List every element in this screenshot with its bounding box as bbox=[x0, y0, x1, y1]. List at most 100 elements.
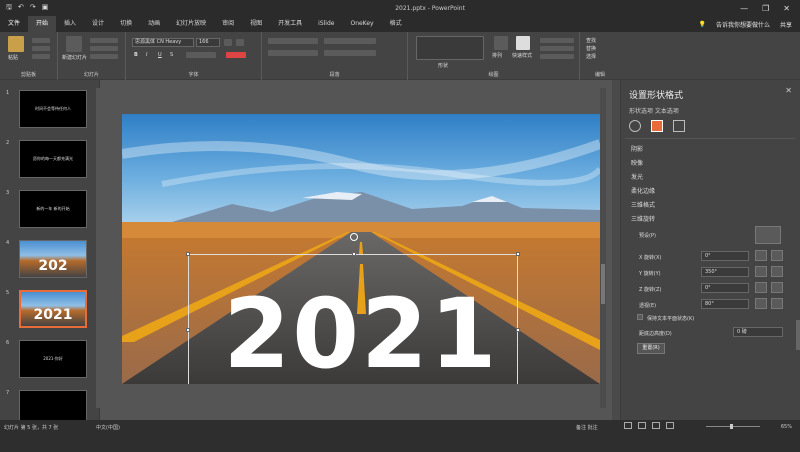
italic-icon[interactable]: I bbox=[146, 52, 147, 58]
minimize-button[interactable]: — bbox=[740, 4, 748, 13]
editor-scrollbar[interactable] bbox=[600, 88, 606, 408]
underline-icon[interactable]: U bbox=[158, 52, 162, 58]
tab-islide[interactable]: iSlide bbox=[310, 16, 342, 32]
reset-button[interactable]: 重置(R) bbox=[637, 343, 665, 354]
zoom-slider[interactable] bbox=[706, 424, 760, 429]
section-icon[interactable] bbox=[90, 54, 118, 59]
format-painter-icon[interactable] bbox=[32, 54, 50, 59]
arrange-icon[interactable] bbox=[494, 36, 508, 50]
section-reflection[interactable]: 映像 bbox=[631, 158, 643, 167]
tab-insert[interactable]: 插入 bbox=[56, 16, 84, 32]
resize-handle-ne[interactable] bbox=[516, 252, 520, 256]
align-icon[interactable] bbox=[268, 50, 318, 56]
restore-button[interactable]: ❐ bbox=[762, 4, 769, 13]
new-slide-icon[interactable] bbox=[66, 36, 82, 52]
tab-transitions[interactable]: 切换 bbox=[112, 16, 140, 32]
tab-format[interactable]: 格式 bbox=[382, 16, 410, 32]
resize-handle-n[interactable] bbox=[352, 252, 356, 256]
text-direction-icon[interactable] bbox=[324, 38, 376, 44]
slideshow-view-icon[interactable] bbox=[666, 422, 674, 429]
slide-thumbnail[interactable]: 2021·你好 bbox=[19, 340, 87, 378]
tab-design[interactable]: 设计 bbox=[84, 16, 112, 32]
rotate-down-icon[interactable] bbox=[771, 266, 783, 277]
y-rotation-input[interactable]: 350° bbox=[701, 267, 749, 277]
tab-home[interactable]: 开始 bbox=[28, 16, 57, 32]
save-icon[interactable]: 🖫 bbox=[6, 3, 12, 14]
resize-handle-e[interactable] bbox=[516, 328, 520, 332]
narrow-field-icon[interactable] bbox=[755, 298, 767, 309]
shape-effects-icon[interactable] bbox=[540, 54, 574, 59]
cut-icon[interactable] bbox=[32, 38, 50, 43]
selection-box[interactable] bbox=[186, 252, 520, 384]
pane-option-tabs[interactable]: 形状选项 文本选项 bbox=[629, 106, 679, 115]
rotate-ccw-icon[interactable] bbox=[755, 282, 767, 293]
rotate-right-icon[interactable] bbox=[771, 250, 783, 261]
list-icon[interactable] bbox=[268, 38, 318, 44]
slide-thumbnail[interactable]: 新的一年 新的开始 bbox=[19, 190, 87, 228]
paste-icon[interactable] bbox=[8, 36, 24, 52]
language-indicator[interactable]: 中文(中国) bbox=[96, 424, 120, 431]
font-size-combo[interactable]: 166 bbox=[196, 38, 220, 47]
tab-onekey[interactable]: OneKey bbox=[342, 16, 381, 32]
font-name-combo[interactable]: 思源黑体 CN Heavy bbox=[132, 38, 194, 47]
tab-developer[interactable]: 开发工具 bbox=[270, 16, 310, 32]
sorter-view-icon[interactable] bbox=[638, 422, 646, 429]
slide-thumbnail[interactable]: 时间不会等待任何人 bbox=[19, 90, 87, 128]
normal-view-icon[interactable] bbox=[624, 422, 632, 429]
present-icon[interactable]: ▣ bbox=[42, 3, 49, 14]
share-button[interactable]: 共享 bbox=[780, 20, 792, 29]
bold-icon[interactable]: B bbox=[134, 52, 138, 58]
redo-icon[interactable]: ↷ bbox=[30, 3, 36, 14]
spacing-icon[interactable] bbox=[186, 52, 216, 58]
section-soft-edges[interactable]: 柔化边缘 bbox=[631, 186, 655, 195]
slide-thumbnail[interactable]: 2021 bbox=[19, 290, 87, 328]
replace-button[interactable]: 替换 bbox=[586, 45, 596, 52]
grow-font-icon[interactable] bbox=[224, 39, 232, 46]
reading-view-icon[interactable] bbox=[652, 422, 660, 429]
reset-icon[interactable] bbox=[90, 46, 118, 51]
layout-properties-icon[interactable] bbox=[673, 120, 685, 132]
select-button[interactable]: 选择 bbox=[586, 53, 596, 60]
effects-icon[interactable] bbox=[651, 120, 663, 132]
shape-fill-icon[interactable] bbox=[540, 38, 574, 43]
rotate-left-icon[interactable] bbox=[755, 250, 767, 261]
shrink-font-icon[interactable] bbox=[236, 39, 244, 46]
smartart-icon[interactable] bbox=[324, 50, 376, 56]
tell-me-input[interactable]: 告诉我你想要做什么 bbox=[716, 20, 770, 29]
widen-field-icon[interactable] bbox=[771, 298, 783, 309]
rotate-handle-icon[interactable] bbox=[350, 233, 358, 241]
section-shadow[interactable]: 阴影 bbox=[631, 144, 643, 153]
slide-thumbnail[interactable]: 愿你的每一天都充满光 bbox=[19, 140, 87, 178]
close-icon[interactable]: ✕ bbox=[785, 86, 792, 95]
editor-scrollbar-thumb[interactable] bbox=[601, 264, 605, 304]
slide-thumbnail[interactable]: 202 bbox=[19, 240, 87, 278]
resize-handle-nw[interactable] bbox=[186, 252, 190, 256]
copy-icon[interactable] bbox=[32, 46, 50, 51]
zoom-knob[interactable] bbox=[730, 424, 733, 429]
fill-line-icon[interactable] bbox=[629, 120, 641, 132]
find-button[interactable]: 查找 bbox=[586, 37, 596, 44]
quick-styles-icon[interactable] bbox=[516, 36, 530, 50]
tab-view[interactable]: 视图 bbox=[242, 16, 270, 32]
rotate-cw-icon[interactable] bbox=[771, 282, 783, 293]
close-button[interactable]: ✕ bbox=[783, 4, 790, 13]
tab-animations[interactable]: 动画 bbox=[140, 16, 168, 32]
shape-outline-icon[interactable] bbox=[540, 46, 574, 51]
keep-flat-checkbox[interactable] bbox=[637, 314, 643, 320]
font-color-icon[interactable] bbox=[226, 52, 246, 58]
tab-review[interactable]: 审阅 bbox=[214, 16, 242, 32]
zoom-level[interactable]: 65% bbox=[781, 424, 792, 430]
tab-slideshow[interactable]: 幻灯片放映 bbox=[168, 16, 214, 32]
rotate-up-icon[interactable] bbox=[755, 266, 767, 277]
tab-file[interactable]: 文件 bbox=[0, 16, 28, 32]
slide-canvas[interactable]: 2021 bbox=[122, 114, 600, 384]
section-3d-rotation[interactable]: 三维旋转 bbox=[631, 214, 655, 223]
layout-icon[interactable] bbox=[90, 38, 118, 43]
shapes-gallery[interactable] bbox=[416, 36, 484, 60]
section-3d-format[interactable]: 三维格式 bbox=[631, 200, 655, 209]
perspective-input[interactable]: 80° bbox=[701, 299, 749, 309]
z-rotation-input[interactable]: 0° bbox=[701, 283, 749, 293]
resize-handle-w[interactable] bbox=[186, 328, 190, 332]
pane-scrollbar[interactable] bbox=[796, 320, 800, 350]
shadow-icon[interactable]: S bbox=[170, 52, 173, 58]
